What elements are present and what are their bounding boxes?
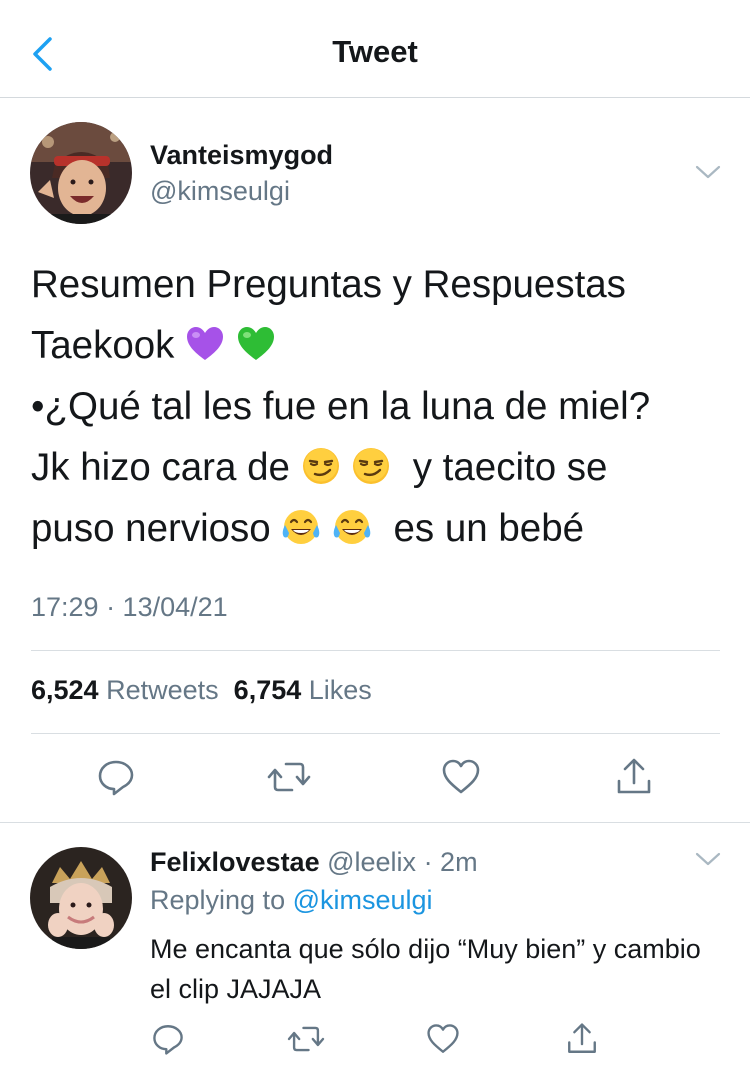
share-button[interactable] xyxy=(609,752,659,802)
page-title: Tweet xyxy=(332,34,418,69)
replying-to-prefix: Replying to xyxy=(150,885,286,915)
reply-icon xyxy=(98,760,134,796)
tweet-text-segment: es un bebé xyxy=(372,507,585,550)
reply-retweet-button[interactable] xyxy=(281,1014,331,1064)
reply-header: Felixlovestae @leelix · 2m xyxy=(150,847,478,878)
heart-icon xyxy=(442,759,480,794)
tweet-text-line: •¿Qué tal les fue en la luna de miel? xyxy=(31,376,721,437)
tears-of-joy-emoji xyxy=(332,504,372,544)
likes-stat[interactable]: 6,754 Likes xyxy=(234,675,372,705)
tweet-options-button[interactable] xyxy=(694,162,722,182)
tweet-text-segment xyxy=(321,507,332,550)
tweet-stats: 6,524 Retweets 6,754 Likes xyxy=(31,675,372,706)
chevron-down-icon xyxy=(695,852,721,866)
retweet-icon xyxy=(287,1026,325,1052)
tweet-text-segment: Resumen Preguntas y Respuestas xyxy=(31,263,626,306)
divider xyxy=(31,650,720,651)
share-icon xyxy=(568,1023,596,1053)
replying-to: Replying to @kimseulgi xyxy=(150,885,433,916)
reply-action-bar xyxy=(0,1014,750,1064)
likes-label: Likes xyxy=(308,675,372,705)
author-display-name[interactable]: Vanteismygod xyxy=(150,140,333,171)
retweet-button[interactable] xyxy=(264,752,314,802)
purple-heart-emoji xyxy=(185,321,225,361)
author-avatar[interactable] xyxy=(30,122,132,224)
reply-author-display-name[interactable]: Felixlovestae xyxy=(150,847,320,877)
tweet-action-bar xyxy=(0,752,750,802)
reply-text: Me encanta que sólo dijo “Muy bien” y ca… xyxy=(150,934,701,1004)
reply-share-button[interactable] xyxy=(557,1014,607,1064)
smirk-emoji xyxy=(301,443,341,484)
retweet-icon xyxy=(267,762,311,792)
chevron-down-icon xyxy=(695,165,721,179)
reply-icon xyxy=(153,1025,183,1055)
heart-icon xyxy=(427,1024,459,1053)
tweet-text-line: Jk hizo cara de y taecito se xyxy=(31,437,721,498)
author-handle[interactable]: @kimseulgi xyxy=(150,176,290,207)
main-tweet: Vanteismygod @kimseulgi Resumen Pregunta… xyxy=(0,98,750,822)
tweet-text-segment: Jk hizo cara de xyxy=(31,446,301,489)
divider xyxy=(31,733,720,734)
reply-author-avatar[interactable] xyxy=(30,847,132,949)
tweet-text-segment: puso nervioso xyxy=(31,507,282,550)
reply-tweet[interactable]: Felixlovestae @leelix · 2m Replying to @… xyxy=(0,823,750,1073)
likes-count: 6,754 xyxy=(233,675,302,705)
reply-like-button[interactable] xyxy=(418,1014,468,1064)
smirk-emoji xyxy=(351,443,391,484)
retweets-label: Retweets xyxy=(106,675,219,705)
tweet-text-line: Taekook xyxy=(31,315,721,376)
tweet-text-line: Resumen Preguntas y Respuestas xyxy=(31,254,721,315)
tweet-text-segment: y taecito se xyxy=(391,446,608,489)
tears-of-joy-emoji xyxy=(281,504,321,544)
tweet-timestamp[interactable]: 17:29 · 13/04/21 xyxy=(31,592,228,623)
reply-time: · 2m xyxy=(423,847,478,877)
reply-reply-button[interactable] xyxy=(143,1014,193,1064)
tweet-text-segment xyxy=(225,324,236,367)
tweet-text-segment xyxy=(341,446,352,489)
like-button[interactable] xyxy=(436,752,486,802)
green-heart-emoji xyxy=(236,321,276,361)
reply-options-button[interactable] xyxy=(694,849,722,869)
top-nav-bar: Tweet xyxy=(0,0,750,98)
reply-author-handle[interactable]: @leelix xyxy=(327,847,416,877)
tweet-text: Resumen Preguntas y Respuestas Taekook •¿… xyxy=(31,254,721,559)
retweets-stat[interactable]: 6,524 Retweets xyxy=(31,675,219,705)
share-icon xyxy=(617,758,651,794)
retweets-count: 6,524 xyxy=(31,675,99,705)
tweet-text-line: puso nervioso es un bebé xyxy=(31,498,721,559)
replying-to-link[interactable]: @kimseulgi xyxy=(293,885,433,915)
tweet-text-segment: Taekook xyxy=(31,324,186,367)
reply-button[interactable] xyxy=(91,752,141,802)
tweet-text-segment: •¿Qué tal les fue en la luna de miel? xyxy=(31,385,651,428)
